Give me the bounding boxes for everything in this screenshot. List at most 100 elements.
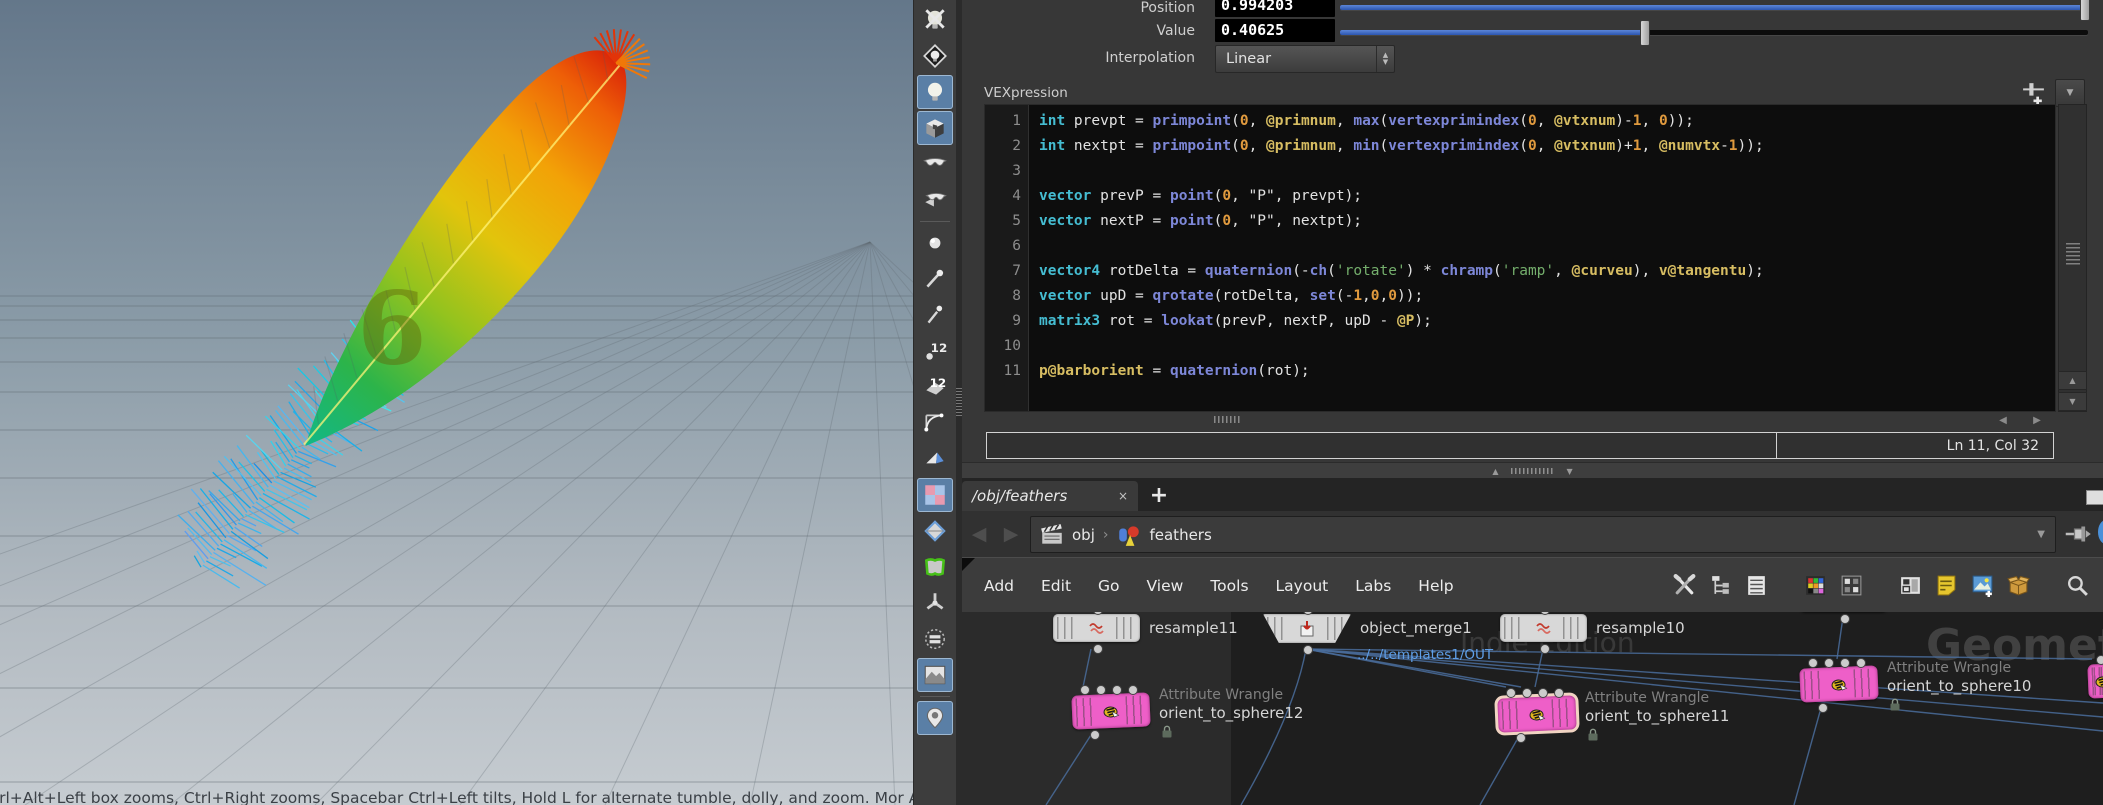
breadcrumb-current[interactable]: feathers xyxy=(1149,526,1211,544)
scroll-down-button[interactable]: ▼ xyxy=(2058,392,2087,411)
node-output-dot[interactable] xyxy=(1818,703,1828,713)
pane-corner-wedge[interactable] xyxy=(962,558,975,571)
pane-layout-icon[interactable] xyxy=(1897,572,1924,599)
editor-resize-grip[interactable] xyxy=(1214,416,1240,423)
scrollbar-grip[interactable] xyxy=(2066,243,2080,265)
node-orient_to_sphere10[interactable] xyxy=(1799,665,1878,702)
node-name-label[interactable]: orient_to_sphere12 xyxy=(1159,704,1303,722)
no-lighting-icon[interactable] xyxy=(917,3,953,37)
node-input-dot[interactable] xyxy=(1522,688,1532,698)
node-name-label[interactable]: orient_to_sphere11 xyxy=(1585,707,1729,725)
headlight-icon[interactable] xyxy=(917,39,953,73)
code-line[interactable]: p@barborient = quaternion(rot); xyxy=(1039,359,2055,384)
splitter-grip[interactable] xyxy=(1511,468,1555,474)
nav-back-button[interactable]: ◀ xyxy=(966,522,992,546)
prim-normals-icon[interactable] xyxy=(917,442,953,476)
node-input-dot[interactable] xyxy=(1128,685,1138,695)
spinner-icon[interactable]: ▲▼ xyxy=(1376,46,1394,72)
code-line[interactable] xyxy=(1039,334,2055,359)
slider-handle[interactable] xyxy=(2080,0,2090,21)
toolbox-icon[interactable] xyxy=(1671,572,1698,599)
node-input-dot[interactable] xyxy=(1554,688,1564,698)
add-image-icon[interactable] xyxy=(1969,572,1996,599)
display-points-icon[interactable] xyxy=(917,226,953,260)
brush-markers-icon[interactable] xyxy=(917,262,953,296)
menu-item-edit[interactable]: Edit xyxy=(1041,577,1071,595)
pane-maximize-icon[interactable] xyxy=(2086,490,2103,505)
node-resample11[interactable] xyxy=(1053,614,1140,642)
node-name-label[interactable]: resample10 xyxy=(1596,619,1685,637)
gallery-box-icon[interactable] xyxy=(2005,572,2032,599)
color-palette-icon[interactable] xyxy=(1802,572,1829,599)
node-input-dot[interactable] xyxy=(1808,658,1818,668)
vex-code-editor[interactable]: 1234567891011 int prevpt = primpoint(0, … xyxy=(984,104,2056,412)
splitter-up-icon[interactable]: ▲ xyxy=(1492,467,1498,476)
viewport-3d[interactable]: 6 trl+Alt+Left box zooms, Ctrl+Right zoo… xyxy=(0,0,913,805)
tab-close-icon[interactable]: × xyxy=(1118,489,1128,503)
code-line[interactable]: vector4 rotDelta = quaternion(-ch('rotat… xyxy=(1039,259,2055,284)
code-line[interactable] xyxy=(1039,159,2055,184)
code-line[interactable]: vector nextP = point(0, "P", nextpt); xyxy=(1039,209,2055,234)
curve-hull-icon[interactable] xyxy=(917,406,953,440)
node-orient_to_sphere11[interactable] xyxy=(1497,695,1576,732)
node-output-dot[interactable] xyxy=(1840,614,1850,624)
particle-diamond-icon[interactable] xyxy=(917,514,953,548)
position-value-field[interactable]: 0.994203 xyxy=(1215,0,1335,17)
smooth-shaded-icon[interactable] xyxy=(917,147,953,181)
node-name-label[interactable]: orient_to_sphere10 xyxy=(1887,677,2031,695)
code-line[interactable]: matrix3 rot = lookat(prevP, nextP, upD -… xyxy=(1039,309,2055,334)
code-line[interactable]: vector upD = qrotate(rotDelta, set(-1,0,… xyxy=(1039,284,2055,309)
point-normals-icon[interactable] xyxy=(917,298,953,332)
editor-vertical-scrollbar[interactable] xyxy=(2058,104,2087,412)
breadcrumb-root[interactable]: obj xyxy=(1072,526,1095,544)
menu-item-labs[interactable]: Labs xyxy=(1355,577,1391,595)
axis-fan-icon[interactable] xyxy=(917,586,953,620)
progressive-circle-icon[interactable] xyxy=(917,622,953,656)
value-value-field[interactable]: 0.40625 xyxy=(1215,19,1335,42)
node-resample10[interactable] xyxy=(1500,614,1587,642)
texture-checker-icon[interactable] xyxy=(917,478,953,512)
code-area[interactable]: int prevpt = primpoint(0, @primnum, max(… xyxy=(1029,105,2055,411)
pin-pane-icon[interactable] xyxy=(2062,519,2092,549)
node-name-label[interactable]: object_merge1 xyxy=(1360,619,1472,637)
menu-item-layout[interactable]: Layout xyxy=(1276,577,1329,595)
value-slider[interactable] xyxy=(1340,21,2088,43)
node-input-dot[interactable] xyxy=(2096,655,2103,665)
sticky-note-icon[interactable] xyxy=(1933,572,1960,599)
list-view-icon[interactable] xyxy=(1743,572,1770,599)
node-output-dot[interactable] xyxy=(1540,644,1550,654)
grid-dots-icon[interactable] xyxy=(1838,572,1865,599)
slider-handle[interactable] xyxy=(1640,20,1650,46)
high-quality-shading-icon[interactable] xyxy=(917,111,953,145)
code-line[interactable]: int prevpt = primpoint(0, @primnum, max(… xyxy=(1039,109,2055,134)
node-input-dot[interactable] xyxy=(1080,685,1090,695)
tab-obj-feathers[interactable]: /obj/feathers × xyxy=(962,481,1138,511)
node-input-dot[interactable] xyxy=(1824,658,1834,668)
node-input-dot[interactable] xyxy=(1840,658,1850,668)
scroll-up-button[interactable]: ▲ xyxy=(2058,371,2087,390)
scroll-right-button[interactable]: ▶ xyxy=(2022,413,2052,428)
node-name-label[interactable]: resample11 xyxy=(1149,619,1238,637)
search-icon[interactable] xyxy=(2064,572,2091,599)
code-line[interactable]: int nextpt = primpoint(0, @primnum, min(… xyxy=(1039,134,2055,159)
node-output-dot[interactable] xyxy=(1090,730,1100,740)
ramp-add-icon[interactable] xyxy=(2020,79,2047,106)
node-node-right-partial[interactable] xyxy=(2087,663,2103,698)
nav-forward-button[interactable]: ▶ xyxy=(998,522,1024,546)
prim-numbers-icon[interactable]: 12 xyxy=(917,370,953,404)
view-location-icon[interactable] xyxy=(917,701,953,735)
splitter-down-icon[interactable]: ▼ xyxy=(1567,467,1573,476)
node-output-dot[interactable] xyxy=(1093,644,1103,654)
menu-item-go[interactable]: Go xyxy=(1098,577,1120,595)
menu-item-tools[interactable]: Tools xyxy=(1210,577,1248,595)
normal-lighting-icon[interactable] xyxy=(917,75,953,109)
uv-overlay-icon[interactable] xyxy=(917,550,953,584)
network-editor-canvas[interactable]: Indie Edition Geometry resample11object_… xyxy=(962,612,2103,805)
background-image-icon[interactable] xyxy=(917,658,953,692)
scroll-left-button[interactable]: ◀ xyxy=(1988,413,2018,428)
menu-item-view[interactable]: View xyxy=(1147,577,1184,595)
node-output-dot[interactable] xyxy=(1303,645,1313,655)
breadcrumb[interactable]: obj › feathers ▼ xyxy=(1030,516,2056,553)
code-line[interactable]: vector prevP = point(0, "P", prevpt); xyxy=(1039,184,2055,209)
tree-view-icon[interactable] xyxy=(1707,572,1734,599)
